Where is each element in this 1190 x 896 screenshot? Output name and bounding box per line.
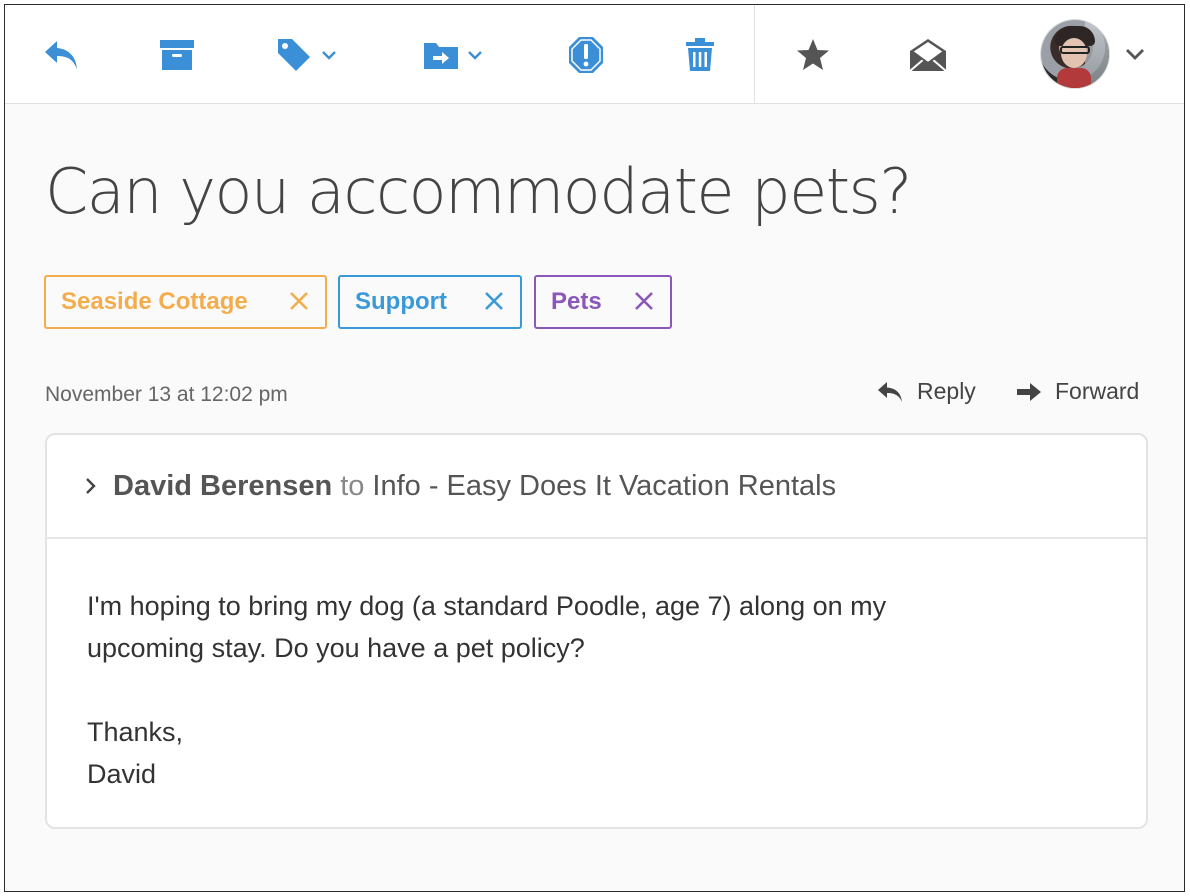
toolbar-divider [754,5,755,103]
message-body: I'm hoping to bring my dog (a standard P… [47,539,1146,795]
reply-link[interactable]: Reply [877,378,976,405]
user-avatar [1041,20,1109,88]
tag-support: Support [338,275,522,329]
mark-spam-icon [567,35,605,75]
archive-button[interactable] [159,33,195,77]
chevron-down-icon [467,50,483,60]
reply-button[interactable] [43,33,81,77]
trash-icon [685,37,715,73]
move-button[interactable] [423,33,483,77]
tag-pets: Pets [534,275,672,329]
tag-label: Support [355,288,447,315]
remove-tag-icon[interactable] [632,289,656,320]
forward-label: Forward [1055,378,1140,404]
label-button[interactable] [275,33,337,77]
star-button[interactable] [795,33,831,77]
tag-seaside-cottage: Seaside Cottage [44,275,327,329]
chevron-right-icon[interactable] [85,470,97,503]
message-date: November 13 at 12:02 pm [45,383,288,406]
tag-icon [275,36,313,74]
reply-icon [878,381,902,402]
to-label: to [340,469,365,502]
body-closing: Thanks, [87,717,184,747]
account-menu-button[interactable] [1041,19,1145,89]
mark-unread-button[interactable] [908,33,948,77]
reply-icon [43,37,81,73]
message-subject: Can you accommodate pets? [45,155,912,228]
body-signature: David [87,759,157,789]
email-view: Can you accommodate pets? Seaside Cottag… [4,4,1185,892]
reply-label: Reply [917,378,976,404]
message-card: David Berensen to Info - Easy Does It Va… [45,433,1148,829]
chevron-down-icon [1125,48,1145,60]
move-to-folder-icon [423,39,459,71]
archive-icon [159,38,195,72]
tag-label: Pets [551,288,602,315]
body-paragraph: I'm hoping to bring my dog (a standard P… [87,591,887,663]
mark-unread-icon [908,37,948,73]
toolbar [5,5,1184,104]
remove-tag-icon[interactable] [287,289,311,320]
remove-tag-icon[interactable] [482,289,506,320]
star-icon [795,37,831,73]
message-header[interactable]: David Berensen to Info - Easy Does It Va… [47,435,1146,539]
sender-name: David Berensen [113,469,333,502]
forward-arrow-icon [1017,382,1041,401]
tag-label: Seaside Cottage [61,288,248,315]
delete-button[interactable] [685,33,715,77]
chevron-down-icon [321,50,337,60]
forward-link[interactable]: Forward [1015,378,1139,405]
spam-button[interactable] [567,33,605,77]
recipient-name: Info - Easy Does It Vacation Rentals [372,469,837,502]
